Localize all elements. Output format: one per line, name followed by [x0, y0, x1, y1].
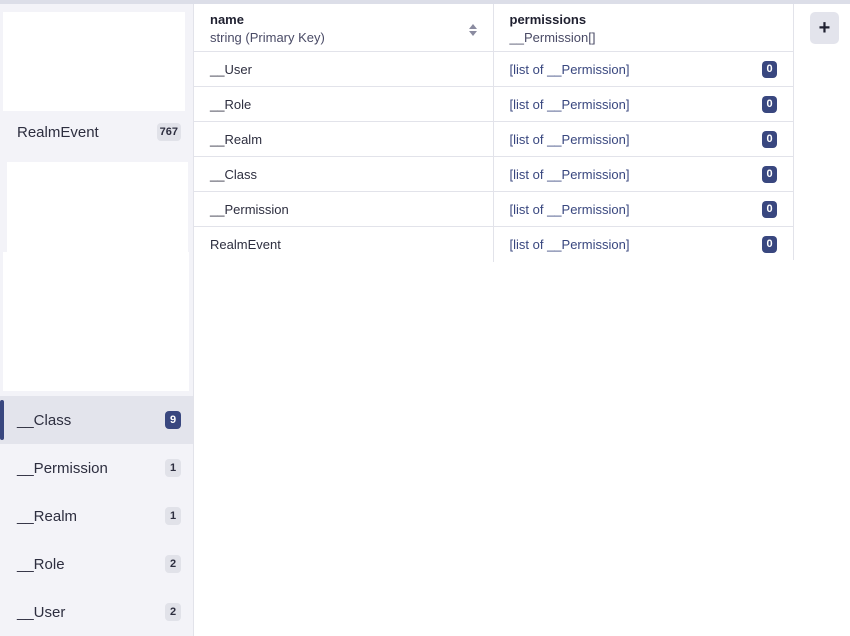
sidebar-item-label: RealmEvent: [17, 123, 99, 141]
cell-name[interactable]: __Class: [194, 157, 494, 191]
cell-permissions[interactable]: [list of __Permission] 0: [494, 52, 794, 86]
column-name: name: [210, 12, 244, 27]
permissions-link[interactable]: [list of __Permission]: [510, 97, 630, 112]
cell-permissions[interactable]: [list of __Permission] 0: [494, 122, 794, 156]
permissions-link[interactable]: [list of __Permission]: [510, 167, 630, 182]
permissions-link[interactable]: [list of __Permission]: [510, 62, 630, 77]
sidebar-placeholder: [7, 162, 188, 252]
sidebar-item-label: __Permission: [17, 459, 108, 477]
sidebar-item-label: __Realm: [17, 507, 78, 525]
cell-name[interactable]: __User: [194, 52, 494, 86]
list-count-badge: 0: [762, 165, 777, 183]
list-count-badge: 0: [762, 236, 777, 253]
sidebar-placeholder: [3, 252, 189, 391]
object-count-badge: 2: [165, 555, 181, 573]
cell-name[interactable]: __Realm: [194, 122, 494, 156]
table-row[interactable]: __Role [list of __Permission] 0: [194, 87, 793, 122]
table-row[interactable]: RealmEvent [list of __Permission] 0: [194, 227, 793, 262]
permissions-link[interactable]: [list of __Permission]: [510, 202, 630, 217]
objects-table: name string (Primary Key) permissions __…: [194, 4, 794, 262]
table-row[interactable]: __Class [list of __Permission] 0: [194, 157, 793, 192]
table-row[interactable]: __Realm [list of __Permission] 0: [194, 122, 793, 157]
cell-name[interactable]: __Role: [194, 87, 494, 121]
sort-icon[interactable]: [468, 24, 477, 36]
table-row[interactable]: __Permission [list of __Permission] 0: [194, 192, 793, 227]
object-count-badge: 2: [165, 603, 181, 621]
object-count-badge: 1: [165, 459, 181, 477]
sidebar-item-realm[interactable]: __Realm 1: [0, 492, 193, 540]
column-header-permissions[interactable]: permissions __Permission[]: [494, 4, 794, 51]
object-count-badge: 9: [165, 411, 181, 429]
object-count-badge: 767: [156, 123, 181, 141]
sidebar-item-realmevent[interactable]: RealmEvent 767: [0, 108, 193, 156]
sidebar-item-label: __User: [17, 603, 66, 621]
table-row[interactable]: __User [list of __Permission] 0: [194, 52, 793, 87]
sidebar-item-permission[interactable]: __Permission 1: [0, 444, 193, 492]
cell-permissions[interactable]: [list of __Permission] 0: [494, 227, 794, 262]
cell-permissions[interactable]: [list of __Permission] 0: [494, 87, 794, 121]
sidebar-item-label: __Role: [17, 555, 65, 573]
cell-permissions[interactable]: [list of __Permission] 0: [494, 157, 794, 191]
list-count-badge: 0: [762, 60, 777, 78]
object-count-badge: 1: [165, 507, 181, 525]
add-column-button[interactable]: +: [810, 12, 839, 44]
list-count-badge: 0: [762, 130, 777, 148]
cell-permissions[interactable]: [list of __Permission] 0: [494, 192, 794, 226]
column-name: permissions: [509, 12, 587, 27]
column-type: __Permission[]: [509, 30, 596, 45]
cell-name[interactable]: __Permission: [194, 192, 494, 226]
cell-name[interactable]: RealmEvent: [194, 227, 494, 262]
sidebar-item-class[interactable]: __Class 9: [0, 396, 193, 444]
list-count-badge: 0: [762, 95, 777, 113]
sidebar-item-user[interactable]: __User 2: [0, 588, 193, 636]
sidebar: RealmEvent 767 __Class 9 __Permission 1 …: [0, 4, 194, 636]
column-type: string (Primary Key): [210, 30, 325, 45]
sidebar-item-role[interactable]: __Role 2: [0, 540, 193, 588]
permissions-link[interactable]: [list of __Permission]: [510, 132, 630, 147]
permissions-link[interactable]: [list of __Permission]: [510, 237, 630, 252]
table-header: name string (Primary Key) permissions __…: [194, 4, 793, 52]
sidebar-item-label: __Class: [17, 411, 72, 429]
column-header-name[interactable]: name string (Primary Key): [194, 4, 494, 51]
sidebar-placeholder: [3, 12, 185, 111]
list-count-badge: 0: [762, 200, 777, 218]
plus-icon: +: [818, 16, 831, 39]
